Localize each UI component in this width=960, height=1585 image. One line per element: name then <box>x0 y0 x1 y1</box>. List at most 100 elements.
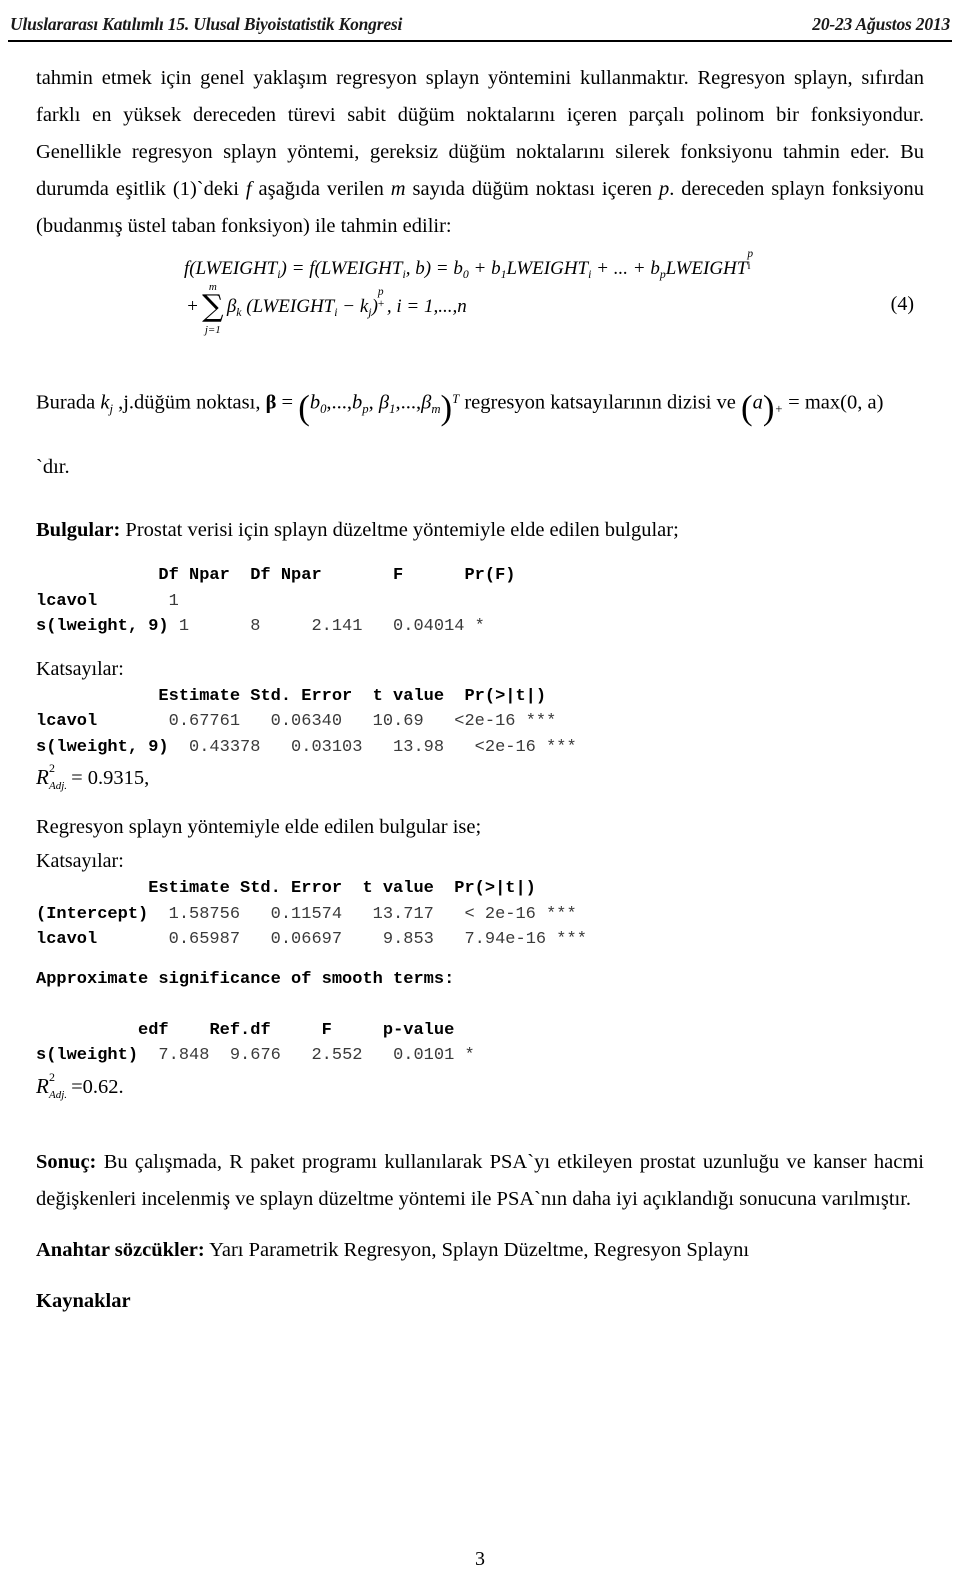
vec-bp: b <box>352 391 363 414</box>
eq-plus-1: + <box>468 258 492 279</box>
bulgular-paragraph: Bulgular: Prostat verisi için splayn düz… <box>36 512 924 549</box>
eq2-beta-sub: k <box>236 305 242 319</box>
intro-text-part-2: aşağıda verilen <box>251 178 391 200</box>
equation-4-body: f(LWEIGHTi) = f(LWEIGHTi, b) = b0 + b1LW… <box>184 248 756 339</box>
eq-open-1: (LWEIGHT <box>189 258 278 279</box>
intro-text-part-3: sayıda düğüm noktası içeren <box>405 178 659 200</box>
eq2-tail: , i = 1,...,n <box>386 296 467 317</box>
bulgular-label: Bulgular: <box>36 519 121 542</box>
vec-betam: β <box>421 391 432 414</box>
eq2-paren-sub: + <box>377 297 385 310</box>
burada-tail: regresyon katsayılarının dizisi ve <box>459 391 741 414</box>
keywords-text: Yarı Parametrik Regresyon, Splayn Düzelt… <box>204 1238 750 1261</box>
vec-betam-sub: m <box>431 401 441 416</box>
symbol-m: m <box>390 178 406 200</box>
eq-equals-2: = <box>431 258 454 279</box>
r-coef2-row-label-1: (Intercept) <box>36 904 149 924</box>
sonuc-text: Bu çalışmada, R paket programı kullanıla… <box>36 1150 924 1210</box>
vec-b: b <box>309 391 321 414</box>
header-conference-title: Uluslararası Katılımlı 15. Ulusal Biyois… <box>10 14 403 34</box>
running-header: Uluslararası Katılımlı 15. Ulusal Biyois… <box>8 14 952 40</box>
intro-paragraph: tahmin etmek için genel yaklaşım regresy… <box>36 60 924 245</box>
a-open-paren: ( <box>741 388 753 428</box>
eq-dots: + ... + <box>591 258 651 279</box>
eq2-minus-k: − k <box>337 296 369 317</box>
eq-sub-i-4: i <box>747 259 751 272</box>
header-date: 20-23 Ağustos 2013 <box>812 14 950 34</box>
max-equals: = max <box>783 391 841 414</box>
katsayilar-label-1: Katsayılar: <box>36 657 124 680</box>
r2-value-2: =0.62. <box>71 1075 124 1098</box>
r-output-anova-header: Df Npar Df Npar F Pr(F) <box>36 566 516 586</box>
r-coef1-row-label-1: lcavol <box>36 712 98 732</box>
vec-comma: , <box>368 391 379 414</box>
sigma-upper-limit: m <box>208 280 217 293</box>
document-content: tahmin etmek için genel yaklaşım regresy… <box>36 60 924 1320</box>
eq-b0: b <box>453 258 463 279</box>
page-number: 3 <box>475 1548 485 1570</box>
burada-second-line: `dır. <box>36 456 70 479</box>
equation-4-line-2: + m ∑ j=1 βk (LWEIGHTi − kj) p +, i = 1,...,n <box>184 281 756 339</box>
symbol-a: a <box>752 391 763 414</box>
eq2-paren-sup: p <box>377 285 384 298</box>
katsayilar-label-2: Katsayılar: <box>36 850 124 873</box>
r-squared-adj-symbol-1: R 2 Adj. <box>36 760 67 794</box>
eq2-paren-indices: p + <box>377 286 387 312</box>
burada-mid: ,j.düğüm noktası, <box>112 391 266 414</box>
r-coef1-header: Estimate Std. Error t value Pr(>|t|) <box>158 686 547 706</box>
burada-beta-vector: β <box>265 391 277 414</box>
eq-lweight-2-indices: pi <box>747 248 756 274</box>
eq2-beta: β <box>226 296 237 317</box>
r-output-coefficients-2: Estimate Std. Error t value Pr(>|t|) (In… <box>36 879 587 950</box>
r2-value-1: = 0.9315, <box>71 767 150 790</box>
r-squared-adj-symbol-2: R 2 Adj. <box>36 1069 67 1103</box>
a-close-paren: ) <box>762 388 775 428</box>
burada-line: Burada kj ,j.düğüm noktası, β = (b0,...,… <box>36 379 924 429</box>
burada-equals: = <box>276 391 299 414</box>
r-output-coefficients-1: Estimate Std. Error t value Pr(>|t|) lca… <box>36 686 577 757</box>
mid-text-paragraph: Regresyon splayn yöntemiyle elde edilen … <box>36 816 482 839</box>
header-divider <box>8 40 952 42</box>
r-output-anova-row-label-2: s(lweight, 9) <box>36 617 169 637</box>
vector-open-paren: ( <box>298 388 310 428</box>
vec-dots-1: ,..., <box>326 391 353 414</box>
eq-open-2: (LWEIGHT <box>314 258 403 279</box>
eq-comma-b: , b) <box>405 258 432 279</box>
r2-base-1: R <box>36 765 49 790</box>
eq-equals-1: = <box>286 258 310 279</box>
keywords-paragraph: Anahtar sözcükler: Yarı Parametrik Regre… <box>36 1232 924 1269</box>
r-output-anova-row-label-1: lcavol <box>36 591 98 611</box>
equation-4: f(LWEIGHTi) = f(LWEIGHTi, b) = b0 + b1LW… <box>36 248 924 355</box>
a-plus-sub: + <box>774 401 784 416</box>
symbol-p: p <box>658 178 670 200</box>
approx-significance-header: Approximate significance of smooth terms… <box>36 969 455 989</box>
eq-lweight-2: LWEIGHT <box>665 258 748 279</box>
vector-close-paren: ) <box>440 388 453 428</box>
sigma-lower-limit: j=1 <box>204 324 221 337</box>
eq-lweight-1: LWEIGHT <box>506 258 589 279</box>
r-output-smooth-terms: Approximate significance of smooth terms… <box>36 969 475 1066</box>
r-smooth-header: edf Ref.df F p-value <box>138 1020 455 1040</box>
references-heading: Kaynaklar <box>36 1289 131 1312</box>
r-coef1-row-label-2: s(lweight, 9) <box>36 737 169 757</box>
vec-dots-2: ,..., <box>395 391 422 414</box>
equation-number: (4) <box>890 293 914 315</box>
eq2-open: (LWEIGHT <box>246 296 335 317</box>
sonuc-label: Sonuç: <box>36 1150 97 1173</box>
r2-base-2: R <box>36 1073 49 1098</box>
keywords-label: Anahtar sözcükler: <box>36 1238 205 1261</box>
r2-subscript-2: Adj. <box>49 1088 68 1101</box>
summation-symbol: m ∑ j=1 <box>200 281 226 337</box>
sigma-glyph: ∑ <box>202 288 224 324</box>
eq-sup-p: p <box>747 247 754 260</box>
max-args: (0, a) <box>840 391 884 414</box>
bulgular-text: Prostat verisi için splayn düzeltme yönt… <box>120 519 679 542</box>
sonuc-paragraph: Sonuç: Bu çalışmada, R paket programı ku… <box>36 1144 924 1218</box>
r2-adjusted-line-2: R 2 Adj. =0.62. <box>36 1069 924 1104</box>
vec-beta1: β <box>378 391 390 414</box>
eq-b1: b <box>491 258 501 279</box>
r-coef2-row-label-2: lcavol <box>36 930 98 950</box>
burada-prefix: Burada <box>36 391 101 414</box>
equation-4-line-1: f(LWEIGHTi) = f(LWEIGHTi, b) = b0 + b1LW… <box>184 248 756 285</box>
eq2-plus: + <box>186 296 199 317</box>
